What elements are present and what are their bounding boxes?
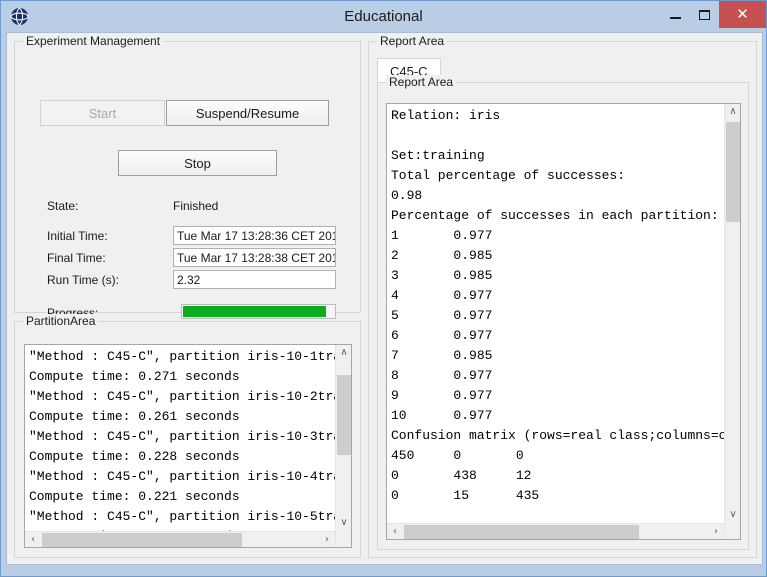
partition-area-group: PartitionArea "Method : C45-C", partitio…	[14, 314, 361, 558]
report-tab-panel: Report Area Relation: iris Set:training …	[377, 75, 749, 550]
partition-vscroll-thumb[interactable]	[337, 375, 351, 455]
scroll-down-icon[interactable]: ∨	[336, 515, 351, 531]
initial-time-field[interactable]: Tue Mar 17 13:28:36 CET 2015	[173, 226, 336, 245]
close-button[interactable]: ✕	[719, 1, 766, 28]
stop-button[interactable]: Stop	[118, 150, 277, 176]
suspend-resume-button[interactable]: Suspend/Resume	[166, 100, 329, 126]
report-horizontal-scrollbar[interactable]: ‹ ›	[387, 523, 724, 539]
report-text-area[interactable]: Relation: iris Set:training Total percen…	[386, 103, 741, 540]
application-window: Educational ✕ Experiment Management Star…	[0, 0, 767, 577]
report-area-outer-group: Report Area C45-C Report Area Relation: …	[368, 34, 757, 558]
report-area-outer-title: Report Area	[377, 34, 448, 48]
scroll-left-icon[interactable]: ‹	[387, 524, 403, 539]
maximize-button[interactable]	[690, 1, 719, 28]
scroll-left-icon[interactable]: ‹	[25, 532, 41, 547]
minimize-icon	[670, 16, 681, 19]
run-time-label: Run Time (s):	[47, 273, 120, 287]
scroll-up-icon[interactable]: ∧	[336, 345, 351, 361]
experiment-management-group: Experiment Management Start Suspend/Resu…	[14, 34, 361, 320]
final-time-label: Final Time:	[47, 251, 106, 265]
partition-area-title: PartitionArea	[23, 314, 99, 328]
scroll-up-icon[interactable]: ∧	[725, 104, 740, 120]
app-globe-icon	[10, 7, 29, 26]
window-title: Educational	[344, 8, 423, 25]
progress-bar-fill	[183, 306, 327, 317]
partition-vertical-scrollbar[interactable]: ∧ ∨	[335, 345, 351, 547]
close-icon: ✕	[736, 6, 749, 23]
partition-text-content: "Method : C45-C", partition iris-10-1tra…	[29, 349, 342, 544]
report-area-inner-title: Report Area	[386, 75, 457, 89]
report-vscroll-thumb[interactable]	[726, 122, 740, 222]
experiment-management-title: Experiment Management	[23, 34, 164, 48]
run-time-field[interactable]: 2.32	[173, 270, 336, 289]
start-button[interactable]: Start	[40, 100, 165, 126]
initial-time-label: Initial Time:	[47, 229, 108, 243]
report-hscroll-thumb[interactable]	[404, 525, 639, 539]
state-label: State:	[47, 199, 79, 213]
title-bar[interactable]: Educational ✕	[1, 1, 766, 32]
minimize-button[interactable]	[661, 1, 690, 28]
client-area: Experiment Management Start Suspend/Resu…	[6, 32, 763, 565]
final-time-field[interactable]: Tue Mar 17 13:28:38 CET 2015	[173, 248, 336, 267]
maximize-icon	[699, 9, 710, 20]
partition-hscroll-thumb[interactable]	[42, 533, 242, 547]
scroll-down-icon[interactable]: ∨	[725, 507, 740, 523]
progress-bar	[181, 304, 336, 319]
report-vertical-scrollbar[interactable]: ∧ ∨	[724, 104, 740, 539]
state-value: Finished	[173, 199, 219, 213]
partition-horizontal-scrollbar[interactable]: ‹ ›	[25, 531, 335, 547]
partition-text-area[interactable]: "Method : C45-C", partition iris-10-1tra…	[24, 344, 352, 548]
scroll-right-icon[interactable]: ›	[319, 532, 335, 547]
scroll-right-icon[interactable]: ›	[708, 524, 724, 539]
report-text-content: Relation: iris Set:training Total percen…	[391, 108, 735, 539]
